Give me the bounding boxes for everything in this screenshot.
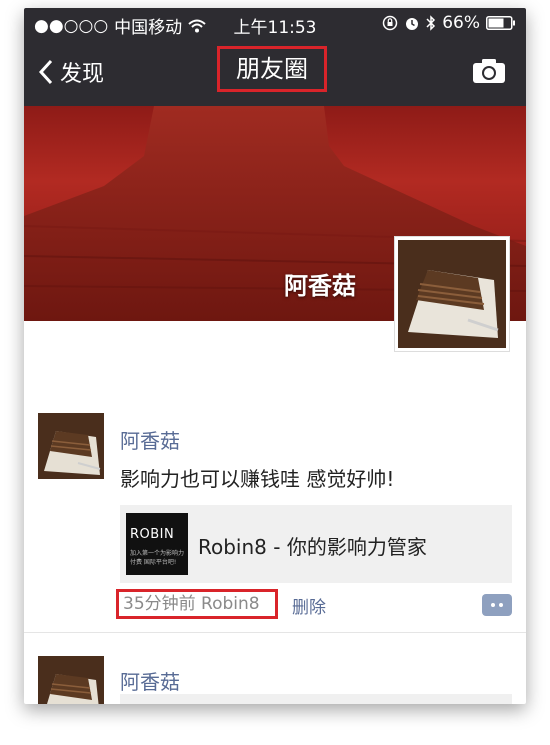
status-bar: ●●○○○ 中国移动 上午11:53 66% xyxy=(24,8,526,38)
post-meta: 35分钟前 Robin8 xyxy=(116,589,278,619)
link-title: Robin8 - 你的影响力管家 xyxy=(198,535,427,559)
post-text: 影响力也可以赚钱哇 感觉好帅! xyxy=(120,467,395,491)
dot-icon xyxy=(499,603,503,607)
cake-image xyxy=(38,656,104,704)
post-avatar[interactable] xyxy=(38,413,104,479)
cover-user-name: 阿香菇 xyxy=(284,272,356,300)
avatar-image xyxy=(398,240,506,348)
thumbnail-title: ROBIN xyxy=(130,527,175,542)
post-author-name[interactable]: 阿香菇 xyxy=(120,666,180,695)
back-button[interactable]: 发现 xyxy=(38,56,104,88)
post-author-name[interactable]: 阿香菇 xyxy=(120,425,180,454)
delete-link[interactable]: 删除 xyxy=(292,593,326,618)
page-title: 朋友圈 xyxy=(217,46,327,92)
dot-icon xyxy=(491,603,495,607)
shared-link-card[interactable] xyxy=(120,694,512,704)
bluetooth-icon xyxy=(426,15,436,31)
status-right: 66% xyxy=(382,13,516,33)
thumbnail-subtitle: 加入第一个为影响力付费 国际平台吧! xyxy=(130,550,185,566)
shared-link-card[interactable]: ROBIN 加入第一个为影响力付费 国际平台吧! Robin8 - 你的影响力管… xyxy=(120,505,512,583)
camera-icon[interactable] xyxy=(472,58,506,84)
comment-icon[interactable] xyxy=(482,594,512,616)
post-avatar[interactable] xyxy=(38,656,104,704)
battery-percent: 66% xyxy=(442,13,480,33)
post-divider xyxy=(24,632,526,633)
alarm-icon xyxy=(406,18,419,30)
phone-screen: ●●○○○ 中国移动 上午11:53 66% 发现 朋友圈 阿香菇 阿香菇 影响… xyxy=(24,8,526,704)
profile-avatar[interactable] xyxy=(394,236,510,352)
battery-icon xyxy=(486,16,515,30)
rotation-lock-icon xyxy=(382,15,398,31)
navigation-bar: 发现 朋友圈 xyxy=(24,38,526,106)
chevron-left-icon xyxy=(38,59,53,85)
back-label: 发现 xyxy=(60,62,105,87)
cake-image xyxy=(398,240,506,348)
link-thumbnail: ROBIN 加入第一个为影响力付费 国际平台吧! xyxy=(126,513,188,575)
cake-image xyxy=(38,413,104,479)
